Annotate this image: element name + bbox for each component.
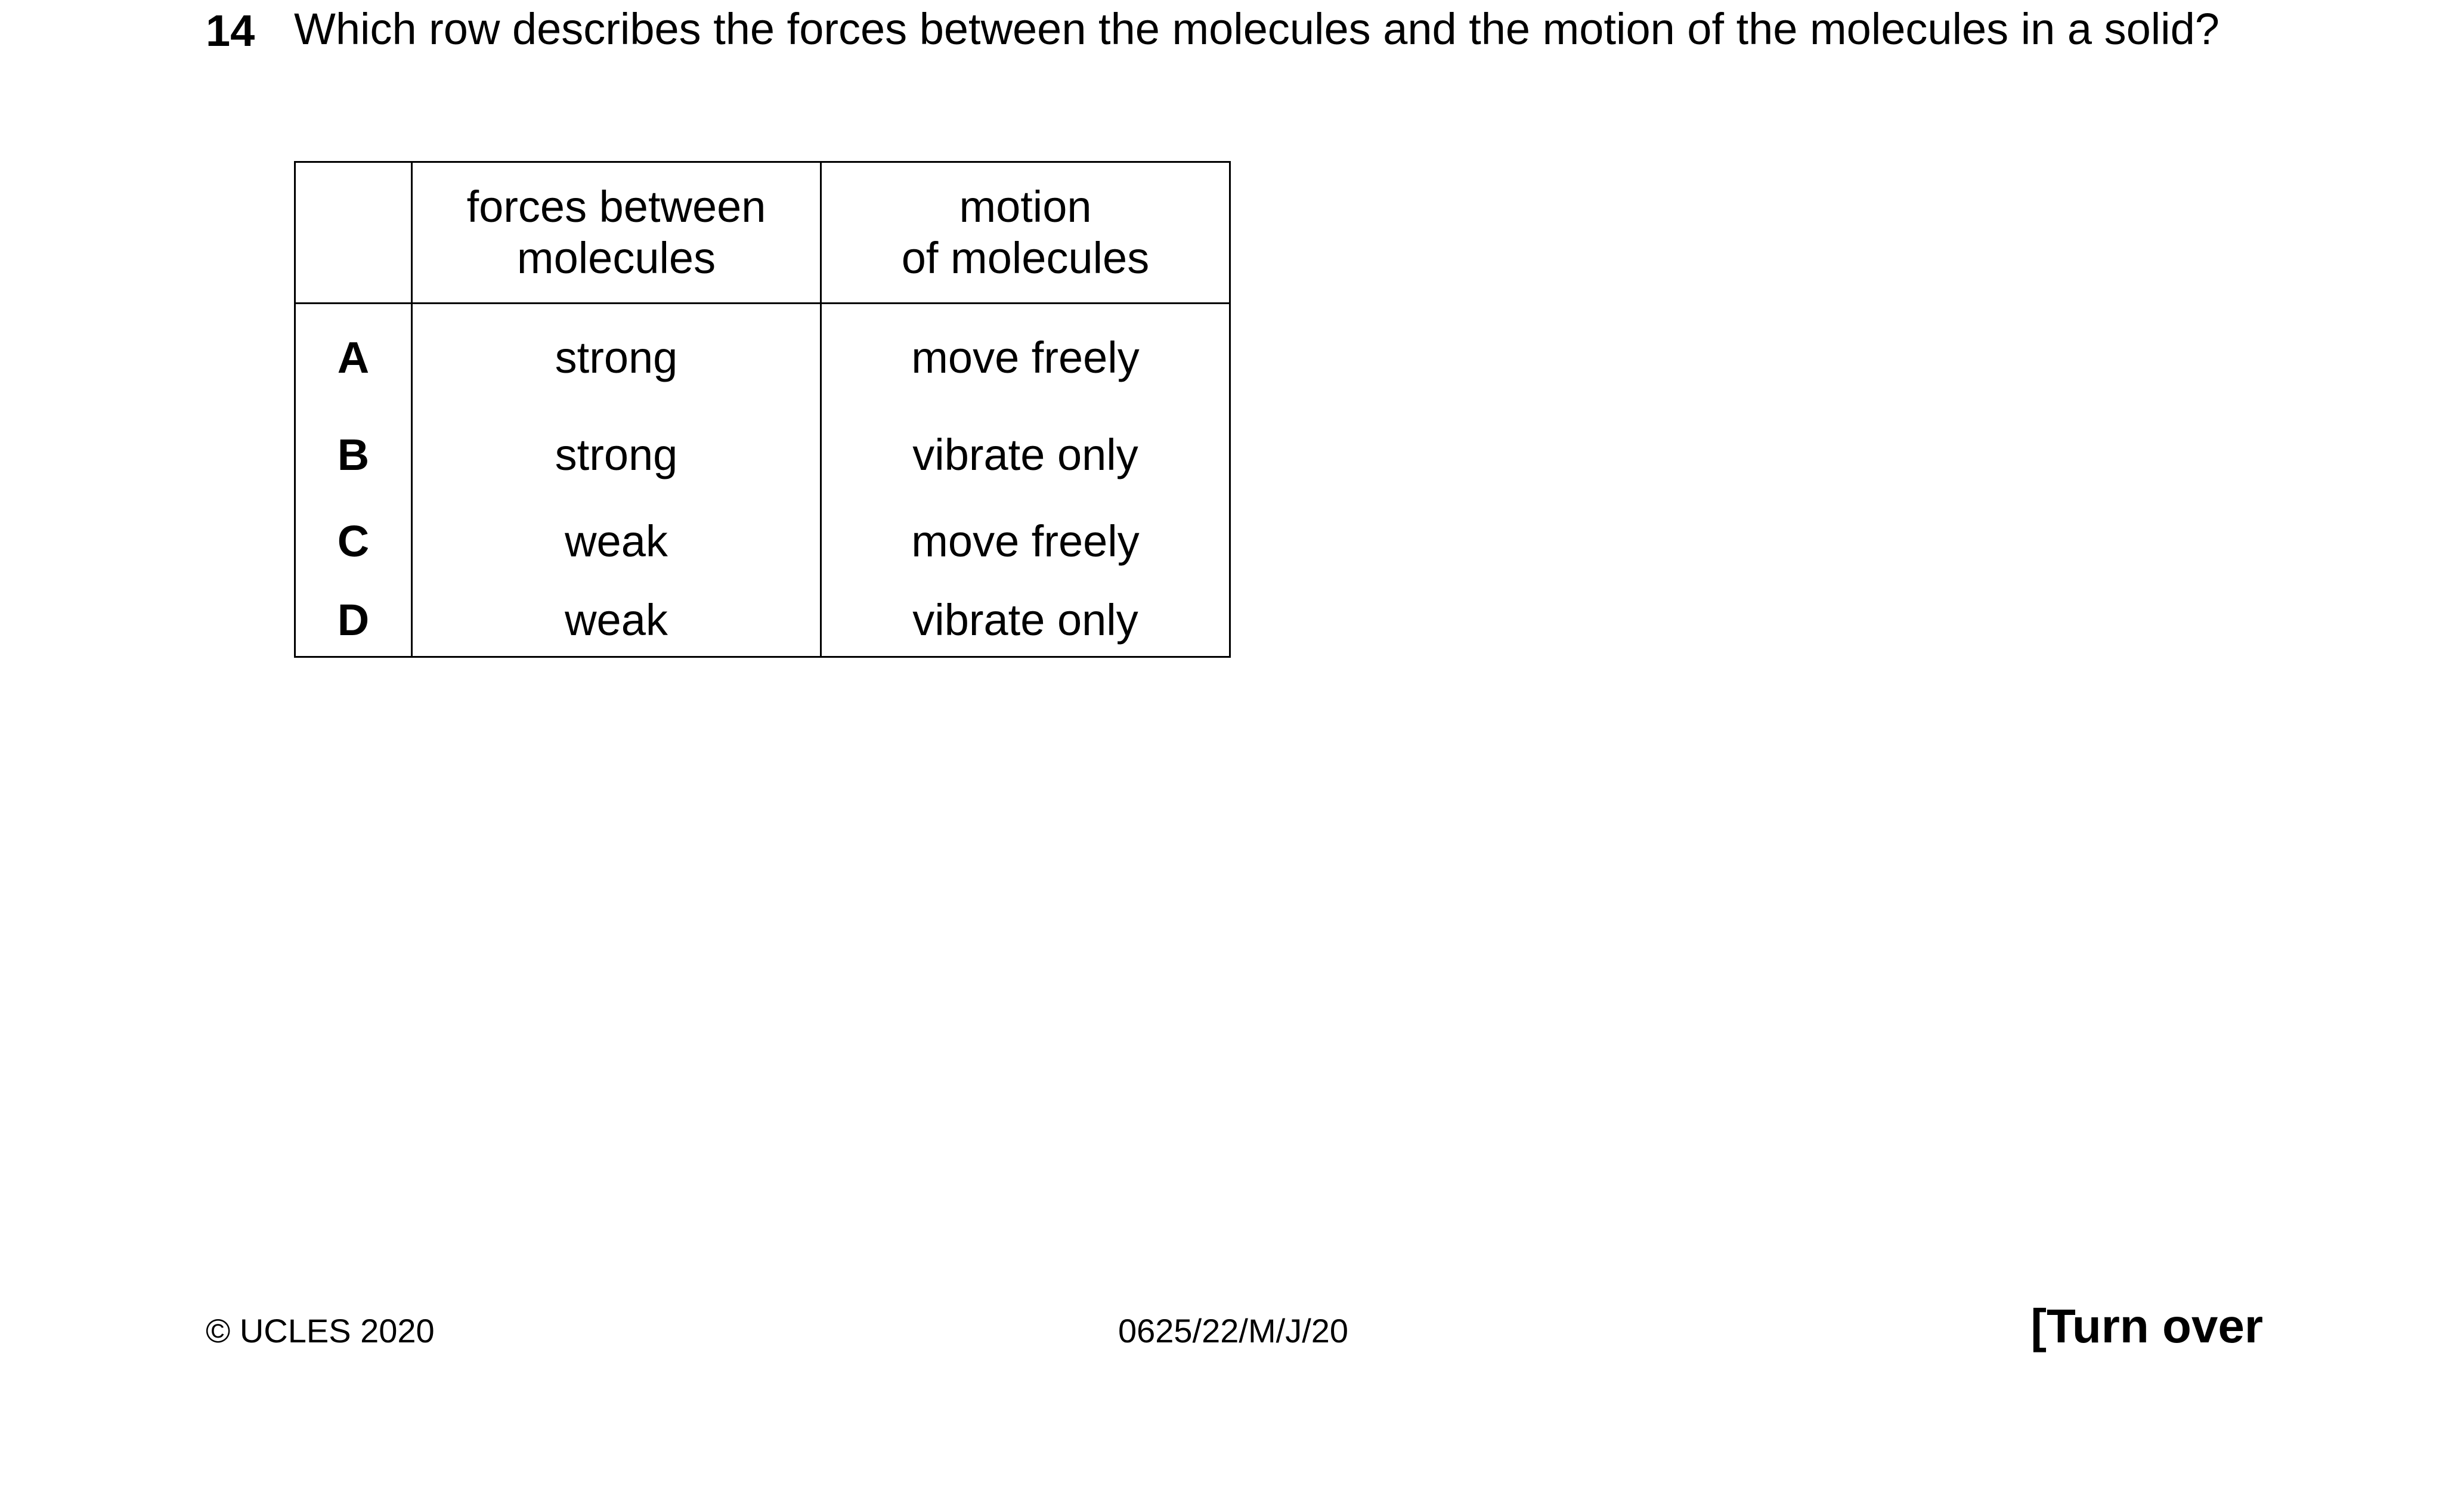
row-forces: strong: [411, 411, 822, 498]
row-motion: vibrate only: [820, 584, 1231, 658]
row-motion: move freely: [820, 303, 1231, 411]
table-row: B strong vibrate only: [294, 411, 1231, 498]
row-forces: strong: [411, 303, 822, 411]
table-row: A strong move freely: [294, 303, 1231, 411]
question-number: 14: [206, 6, 255, 55]
page-footer: © UCLES 2020 0625/22/M/J/20 [Turn over: [206, 1294, 2263, 1366]
header-forces-line-1: forces between: [466, 182, 766, 231]
question-text: Which row describes the forces between t…: [294, 4, 2220, 54]
table-row: C weak move freely: [294, 498, 1231, 584]
header-forces: forces between molecules: [411, 161, 822, 304]
row-letter: A: [294, 303, 413, 411]
header-motion: motion of molecules: [820, 161, 1231, 304]
header-motion-line-2: of molecules: [901, 233, 1150, 283]
row-forces: weak: [411, 498, 822, 584]
table-row: D weak vibrate only: [294, 584, 1231, 658]
row-letter: C: [294, 498, 413, 584]
turn-over-label: [Turn over: [2030, 1299, 2263, 1353]
header-letter-cell: [294, 161, 413, 304]
copyright-notice: © UCLES 2020: [206, 1312, 435, 1350]
table-header-row: forces between molecules motion of molec…: [294, 161, 1231, 304]
answer-table: forces between molecules motion of molec…: [294, 161, 1231, 658]
paper-code: 0625/22/M/J/20: [1118, 1312, 1349, 1350]
header-motion-line-1: motion: [959, 182, 1092, 231]
row-letter: D: [294, 584, 413, 658]
row-motion: vibrate only: [820, 411, 1231, 498]
header-forces-line-2: molecules: [516, 233, 716, 283]
row-letter: B: [294, 411, 413, 498]
row-forces: weak: [411, 584, 822, 658]
row-motion: move freely: [820, 498, 1231, 584]
question-block: 14 Which row describes the forces betwee…: [206, 0, 2263, 119]
